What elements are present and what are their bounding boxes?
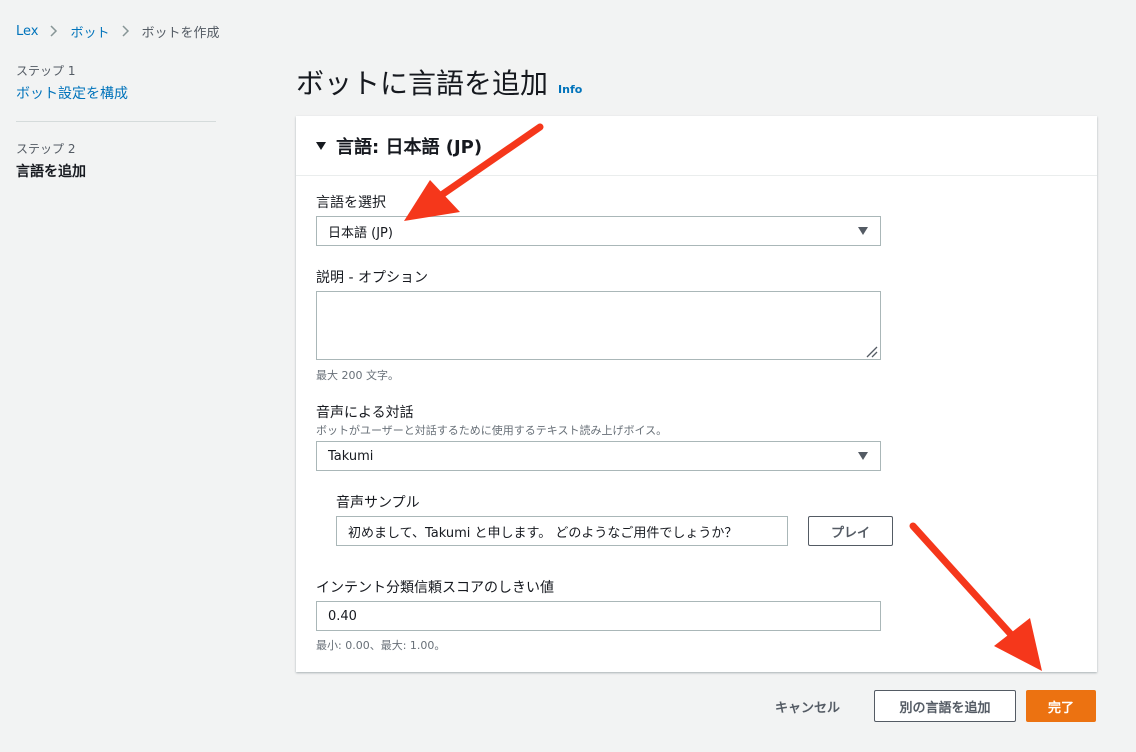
add-language-button[interactable]: 別の言語を追加: [874, 690, 1016, 722]
language-select-value: 日本語 (JP): [328, 225, 393, 241]
description-hint: 最大 200 文字。: [316, 369, 399, 382]
voice-select[interactable]: Takumi: [316, 441, 881, 471]
voice-description: ボットがユーザーと対話するために使用するテキスト読み上げボイス。: [316, 424, 668, 437]
step-1-label: ステップ 1: [16, 64, 76, 78]
voice-sample-value: 初めまして、Takumi と申します。 どのようなご用件でしょうか？: [348, 525, 738, 541]
resize-handle-icon[interactable]: [864, 343, 878, 358]
voice-sample-label: 音声サンプル: [336, 495, 420, 511]
breadcrumb-bots-link[interactable]: ボット: [70, 22, 109, 41]
threshold-input[interactable]: 0.40: [316, 601, 881, 631]
description-textarea[interactable]: [316, 291, 881, 360]
step-1-link[interactable]: ボット設定を構成: [16, 83, 216, 103]
done-button[interactable]: 完了: [1026, 690, 1096, 722]
info-link[interactable]: Info: [558, 83, 582, 96]
breadcrumb-current: ボットを作成: [141, 25, 220, 41]
step-2-current: 言語を追加: [16, 164, 86, 180]
threshold-hint: 最小: 0.00、最大: 1.00。: [316, 639, 446, 652]
voice-select-value: Takumi: [328, 448, 374, 464]
chevron-right-icon: [116, 24, 136, 38]
caret-down-icon: [316, 141, 326, 150]
caret-down-icon: [858, 452, 868, 460]
description-label: 説明 - オプション: [316, 270, 428, 286]
chevron-right-icon: [44, 24, 64, 38]
caret-down-icon: [858, 227, 868, 235]
step-divider: [16, 121, 216, 122]
cancel-button[interactable]: キャンセル: [760, 690, 855, 722]
threshold-label: インテント分類信頼スコアのしきい値: [316, 580, 554, 596]
voice-label: 音声による対話: [316, 405, 414, 421]
step-2-label: ステップ 2: [16, 142, 76, 156]
voice-sample-input[interactable]: 初めまして、Takumi と申します。 どのようなご用件でしょうか？: [336, 516, 788, 546]
play-button[interactable]: プレイ: [808, 516, 893, 546]
language-panel: 言語: 日本語 (JP) 言語を選択 日本語 (JP) 説明 - オプション 最…: [296, 116, 1097, 672]
breadcrumb-lex-link[interactable]: Lex: [16, 24, 38, 39]
page-title-row: ボットに言語を追加 Info: [296, 62, 582, 102]
panel-title: 言語: 日本語 (JP): [336, 136, 483, 158]
threshold-value: 0.40: [328, 608, 357, 624]
panel-header[interactable]: 言語: 日本語 (JP): [296, 116, 1097, 176]
language-select-label: 言語を選択: [316, 195, 386, 211]
wizard-steps: ステップ 1 ボット設定を構成 ステップ 2 言語を追加: [16, 62, 216, 181]
page-title: ボットに言語を追加: [296, 67, 549, 100]
breadcrumb: Lex ボット ボットを作成: [16, 20, 220, 42]
language-select[interactable]: 日本語 (JP): [316, 216, 881, 246]
